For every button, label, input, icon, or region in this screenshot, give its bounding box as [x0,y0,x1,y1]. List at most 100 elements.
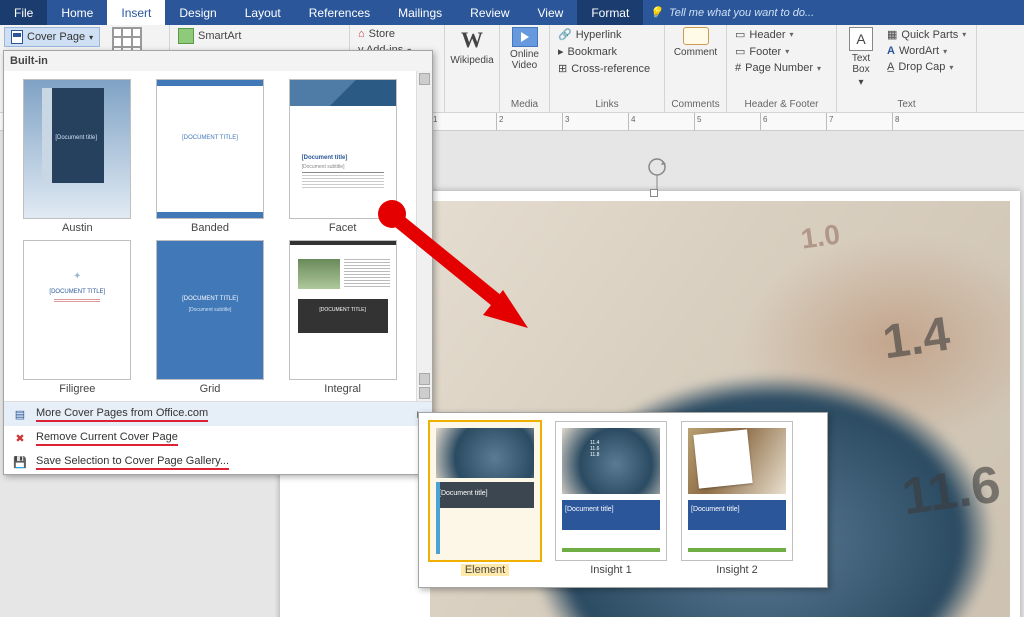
tell-me-search[interactable]: 💡 Tell me what you want to do... [643,0,1024,25]
hyperlink-label: Hyperlink [576,29,622,41]
page-number-label: Page Number [745,62,813,74]
cross-ref-icon: ⊞ [558,62,567,75]
photo-number: 11.6 [898,454,1004,527]
photo-number: 1.0 [799,218,842,255]
online-video-button[interactable]: Online Video [506,27,543,71]
wordart-icon: A [887,45,895,57]
tab-mailings[interactable]: Mailings [384,0,456,25]
tab-file[interactable]: File [0,0,47,25]
tab-home[interactable]: Home [47,0,107,25]
thumb-label: Banded [191,222,229,234]
thumb-subtitle: [Document subtitle] [302,164,345,170]
cover-page-button[interactable]: Cover Page ▾ [4,27,100,47]
rotate-handle-icon[interactable] [645,157,669,191]
cover-thumb-facet[interactable]: [Document title] [Document subtitle] Fac… [281,79,404,234]
footer-icon: ▭ [735,45,745,58]
more-cover-pages-item[interactable]: ▤ More Cover Pages from Office.com ▶ [4,402,432,426]
cover-thumb-banded[interactable]: [DOCUMENT TITLE] Banded [149,79,272,234]
save-to-gallery-item[interactable]: 💾 Save Selection to Cover Page Gallery..… [4,450,432,474]
gallery-scrollbar[interactable] [416,71,432,401]
gallery-grid: [Document title] Austin [DOCUMENT TITLE]… [4,71,416,401]
thumb-title: [DOCUMENT TITLE] [157,296,263,302]
ruler-num: 1 [433,115,437,124]
comment-button[interactable]: Comment [675,27,717,58]
office-icon: ▤ [12,406,28,422]
cover-thumb-filigree[interactable]: ✦ [DOCUMENT TITLE] Filigree [16,240,139,395]
page-number-button[interactable]: # Page Number ▾ [733,61,823,75]
cover-thumb-insight-1[interactable]: 11.411.611.8 [Document title] Insight 1 [555,421,667,579]
text-group-label: Text [843,99,970,112]
tab-design[interactable]: Design [165,0,230,25]
quick-parts-button[interactable]: ▦Quick Parts▾ [885,27,968,42]
bookmark-icon: ▸ [558,45,564,58]
tell-me-placeholder: Tell me what you want to do... [669,7,814,19]
gallery-section-header: Built-in [4,51,432,71]
video-icon [512,27,538,47]
cover-page-icon [11,30,23,44]
drop-cap-icon: A̲ [887,61,894,73]
save-to-gallery-label: Save Selection to Cover Page Gallery... [36,455,229,470]
gallery-menu: ▤ More Cover Pages from Office.com ▶ ✖ R… [4,401,432,474]
scroll-down-icon[interactable] [419,387,430,399]
ruler-num: 8 [895,115,899,124]
scroll-up-icon[interactable] [419,73,430,85]
cover-thumb-integral[interactable]: [DOCUMENT TITLE] Integral [281,240,404,395]
remove-cover-page-item[interactable]: ✖ Remove Current Cover Page [4,426,432,450]
tab-format[interactable]: Format [577,0,643,25]
scroll-expand-icon[interactable] [419,373,430,385]
header-icon: ▭ [735,28,745,41]
cover-thumb-austin[interactable]: [Document title] Austin [16,79,139,234]
cover-page-gallery: Built-in [Document title] Austin [DOCUME… [3,50,433,475]
wordart-button[interactable]: A WordArt ▾ [885,44,968,58]
ruler-num: 3 [565,115,569,124]
thumb-label: Grid [200,383,221,395]
header-button[interactable]: ▭ Header ▾ [733,27,823,42]
header-footer-group-label: Header & Footer [733,99,830,112]
resize-handle[interactable] [650,189,658,197]
tab-view[interactable]: View [524,0,578,25]
smartart-icon [178,28,194,44]
drop-cap-button[interactable]: A̲ Drop Cap ▾ [885,60,968,74]
photo-number: 1.4 [880,307,954,371]
header-label: Header [749,29,785,41]
chevron-down-icon: ▾ [943,47,947,56]
tab-references[interactable]: References [295,0,384,25]
chevron-down-icon: ▾ [817,64,821,73]
wikipedia-label: Wikipedia [450,55,493,66]
tab-layout[interactable]: Layout [231,0,295,25]
chevron-down-icon: ▾ [785,47,789,56]
comments-group-label: Comments [671,99,720,112]
hyperlink-button[interactable]: 🔗Hyperlink [556,27,652,42]
tab-insert[interactable]: Insert [107,0,165,25]
smartart-label: SmartArt [198,30,241,42]
cover-thumb-grid[interactable]: [DOCUMENT TITLE] [Document subtitle] Gri… [149,240,272,395]
thumb-title: [Document title] [55,135,97,141]
footer-button[interactable]: ▭Footer▾ [733,44,823,59]
comment-label: Comment [674,47,717,58]
chevron-down-icon: ▾ [949,63,953,72]
bookmark-button[interactable]: ▸ Bookmark [556,44,652,59]
store-button[interactable]: ⌂ Store [356,27,413,41]
bookmark-label: Bookmark [568,46,618,58]
wikipedia-button[interactable]: W Wikipedia [451,27,493,66]
wordart-label: WordArt [899,45,939,57]
thumb-title: [DOCUMENT TITLE] [24,289,130,295]
thumb-label: Integral [324,383,361,395]
smartart-button[interactable]: SmartArt [176,27,243,45]
page-number-icon: # [735,62,741,74]
tab-review[interactable]: Review [456,0,523,25]
chevron-down-icon: ▾ [789,30,793,39]
ruler-num: 7 [829,115,833,124]
drop-cap-label: Drop Cap [898,61,945,73]
thumb-title: [Document title] [436,488,534,499]
cover-thumb-insight-2[interactable]: [Document title] Insight 2 [681,421,793,579]
cross-reference-button[interactable]: ⊞Cross-reference [556,61,652,76]
text-box-button[interactable]: A Text Box ▾ [843,27,879,88]
chevron-down-icon: ▾ [962,30,966,39]
store-icon: ⌂ [358,28,365,40]
thumb-label: Insight 2 [716,564,758,576]
text-box-icon: A [849,27,873,51]
quick-parts-label: Quick Parts [901,29,958,41]
lightbulb-icon: 💡 [649,6,663,19]
cover-thumb-element[interactable]: [Document title] Element [429,421,541,579]
